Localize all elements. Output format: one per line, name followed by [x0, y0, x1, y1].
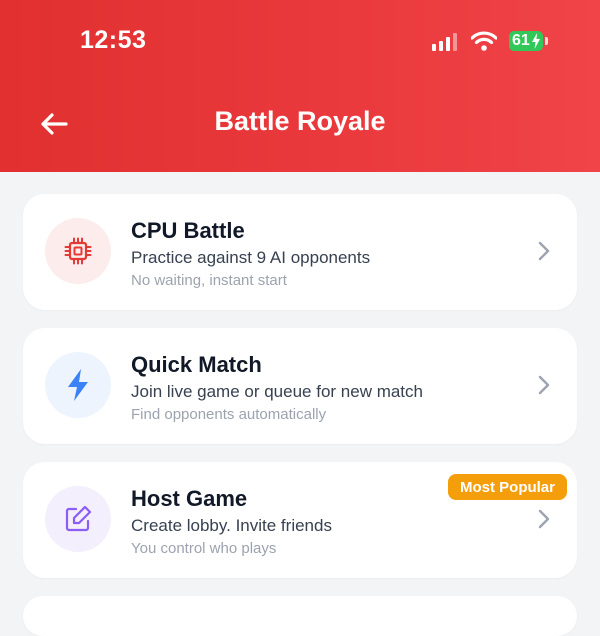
- card-title: CPU Battle: [131, 218, 245, 243]
- edit-square-icon: [45, 486, 111, 552]
- lightning-bolt-icon: [45, 352, 111, 418]
- app-header: 12:53 61 Battle Royale: [0, 0, 600, 172]
- most-popular-badge: Most Popular: [447, 474, 567, 500]
- card-hint: You control who plays: [131, 540, 277, 557]
- cellular-signal-icon: [432, 31, 457, 51]
- wifi-icon: [471, 31, 497, 51]
- cpu-battle-card[interactable]: CPU Battle Practice against 9 AI opponen…: [23, 194, 577, 310]
- card-hint: Find opponents automatically: [131, 406, 327, 423]
- card-subtitle: Join live game or queue for new match: [131, 382, 423, 401]
- card-hint: No waiting, instant start: [131, 272, 287, 289]
- page-title: Battle Royale: [214, 106, 386, 136]
- card-subtitle: Practice against 9 AI opponents: [131, 248, 371, 267]
- battery-charging-icon: 61: [509, 31, 543, 51]
- next-mode-card[interactable]: [23, 596, 577, 636]
- card-subtitle: Create lobby. Invite friends: [131, 516, 332, 535]
- card-title: Quick Match: [131, 352, 262, 377]
- chevron-right-icon: [538, 509, 550, 529]
- host-game-card[interactable]: Host Game Create lobby. Invite friends Y…: [23, 462, 577, 578]
- quick-match-card[interactable]: Quick Match Join live game or queue for …: [23, 328, 577, 444]
- battery-tip: [545, 37, 548, 45]
- chevron-right-icon: [538, 375, 550, 395]
- chevron-right-icon: [538, 241, 550, 261]
- card-title: Host Game: [131, 486, 248, 511]
- cpu-chip-icon: [45, 218, 111, 284]
- battery-level: 61: [512, 32, 530, 49]
- status-icons: 61: [432, 28, 548, 54]
- status-time: 12:53: [80, 26, 147, 54]
